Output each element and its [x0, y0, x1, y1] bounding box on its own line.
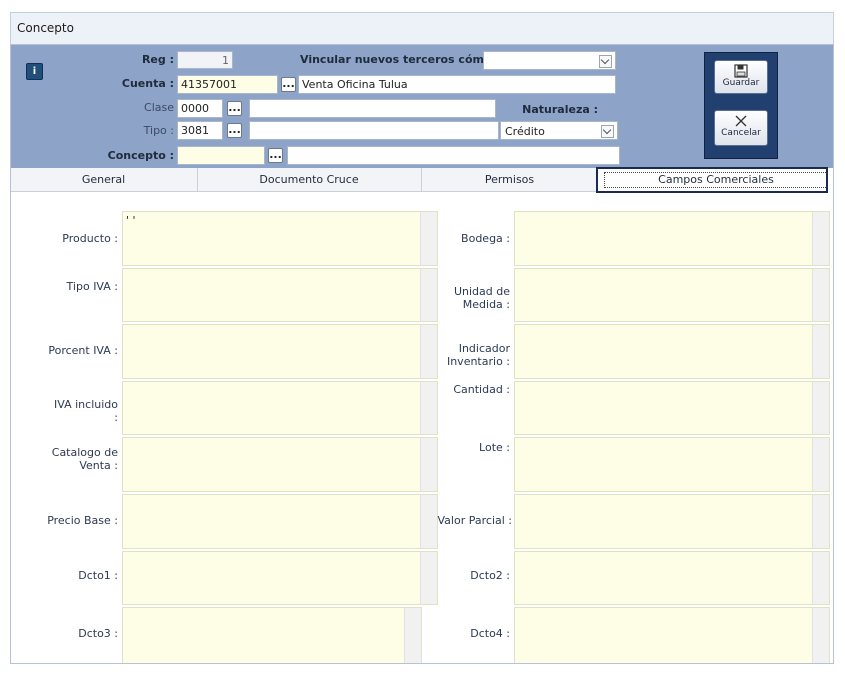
scrollbar[interactable]	[812, 552, 829, 604]
scrollbar[interactable]	[812, 269, 829, 321]
active-tab-highlight	[596, 167, 828, 193]
porcent-iva-label: Porcent IVA :	[48, 344, 118, 357]
scrollbar[interactable]	[812, 382, 829, 434]
clase-description-field[interactable]	[249, 99, 496, 118]
indicador-inventario-field[interactable]	[514, 324, 830, 379]
valor-parcial-field[interactable]	[514, 494, 830, 549]
window-title: Concepto	[17, 21, 74, 35]
producto-value: ' '	[126, 214, 136, 227]
save-button[interactable]: Guardar	[714, 60, 768, 94]
concepto-description-field[interactable]	[287, 146, 620, 165]
vincular-select[interactable]	[483, 51, 616, 70]
cantidad-label: Cantidad :	[453, 383, 510, 396]
concepto-label: Concepto :	[107, 149, 174, 162]
concepto-browse-button[interactable]: ...	[268, 148, 283, 163]
dcto4-field[interactable]	[514, 607, 830, 664]
bodega-field[interactable]	[514, 211, 830, 266]
catalogo-venta-label: Catalogo de Venta :	[51, 446, 118, 472]
lote-field[interactable]	[514, 437, 830, 492]
tipo-iva-field[interactable]	[122, 268, 438, 322]
tipo-code-field[interactable]: 3081	[177, 121, 223, 140]
naturaleza-label: Naturaleza :	[522, 103, 598, 116]
chevron-down-icon[interactable]	[601, 125, 614, 138]
naturaleza-select[interactable]: Crédito	[500, 121, 618, 140]
floppy-disk-icon	[734, 64, 748, 78]
cuenta-browse-button[interactable]: ...	[281, 77, 296, 92]
concepto-code-field[interactable]	[177, 146, 265, 165]
tipo-description-field[interactable]	[249, 121, 499, 140]
cancel-button[interactable]: Cancelar	[714, 110, 768, 146]
reg-field: 1	[177, 51, 233, 69]
unidad-medida-label: Unidad de Medida :	[453, 285, 510, 311]
cantidad-field[interactable]	[514, 381, 830, 435]
dcto2-label: Dcto2 :	[470, 569, 510, 582]
reg-label: Reg :	[141, 53, 174, 66]
dcto3-label: Dcto3 :	[78, 627, 118, 640]
scrollbar[interactable]	[420, 382, 437, 434]
producto-label: Producto :	[62, 232, 118, 245]
iva-incluido-field[interactable]	[122, 381, 438, 435]
naturaleza-value: Crédito	[505, 125, 545, 138]
cuenta-code-field[interactable]: 41357001	[177, 75, 278, 94]
iva-incluido-label: IVA incluido :	[54, 398, 118, 424]
cuenta-description-field[interactable]: Venta Oficina Tulua	[298, 75, 616, 94]
scrollbar[interactable]	[812, 438, 829, 491]
chevron-down-icon[interactable]	[599, 55, 612, 68]
tab-permisos[interactable]: Permisos	[421, 168, 599, 192]
valor-parcial-label: Valor Parcial :	[437, 514, 512, 527]
scrollbar[interactable]	[420, 325, 437, 378]
tab-general[interactable]: General	[10, 168, 198, 192]
clase-label: Clase	[144, 101, 174, 114]
cancel-button-label: Cancelar	[721, 128, 761, 138]
tab-documento-cruce[interactable]: Documento Cruce	[197, 168, 422, 192]
cuenta-label: Cuenta :	[121, 77, 174, 90]
catalogo-venta-field[interactable]	[122, 437, 438, 492]
tipo-browse-button[interactable]: ...	[227, 123, 242, 138]
scrollbar[interactable]	[812, 608, 829, 663]
bodega-label: Bodega :	[461, 232, 510, 245]
precio-base-field[interactable]	[122, 494, 438, 549]
precio-base-label: Precio Base :	[47, 514, 118, 527]
scrollbar[interactable]	[420, 269, 437, 321]
dcto1-label: Dcto1 :	[78, 569, 118, 582]
producto-field[interactable]: ' '	[122, 211, 438, 266]
scrollbar[interactable]	[812, 325, 829, 378]
vincular-label: Vincular nuevos terceros cómo :	[300, 53, 500, 66]
porcent-iva-field[interactable]	[122, 324, 438, 379]
indicador-inventario-label: Indicador Inventario :	[446, 342, 510, 368]
clase-code-field[interactable]: 0000	[177, 99, 223, 118]
tipo-label: Tipo :	[143, 124, 174, 137]
scrollbar[interactable]	[420, 552, 437, 604]
scrollbar[interactable]	[420, 212, 437, 265]
scrollbar[interactable]	[420, 438, 437, 491]
dcto2-field[interactable]	[514, 551, 830, 605]
lote-label: Lote :	[479, 441, 510, 454]
dcto3-field[interactable]	[122, 607, 422, 664]
scrollbar[interactable]	[812, 212, 829, 265]
dcto1-field[interactable]	[122, 551, 438, 605]
clase-browse-button[interactable]: ...	[227, 101, 242, 116]
info-icon[interactable]: i	[26, 63, 43, 80]
cancel-x-icon	[735, 115, 747, 127]
scrollbar[interactable]	[404, 608, 421, 663]
window-titlebar: Concepto	[10, 12, 834, 44]
dcto4-label: Dcto4 :	[470, 627, 510, 640]
scrollbar[interactable]	[812, 495, 829, 548]
scrollbar[interactable]	[420, 495, 437, 548]
save-button-label: Guardar	[722, 78, 760, 88]
tipo-iva-label: Tipo IVA :	[66, 280, 118, 293]
unidad-medida-field[interactable]	[514, 268, 830, 322]
